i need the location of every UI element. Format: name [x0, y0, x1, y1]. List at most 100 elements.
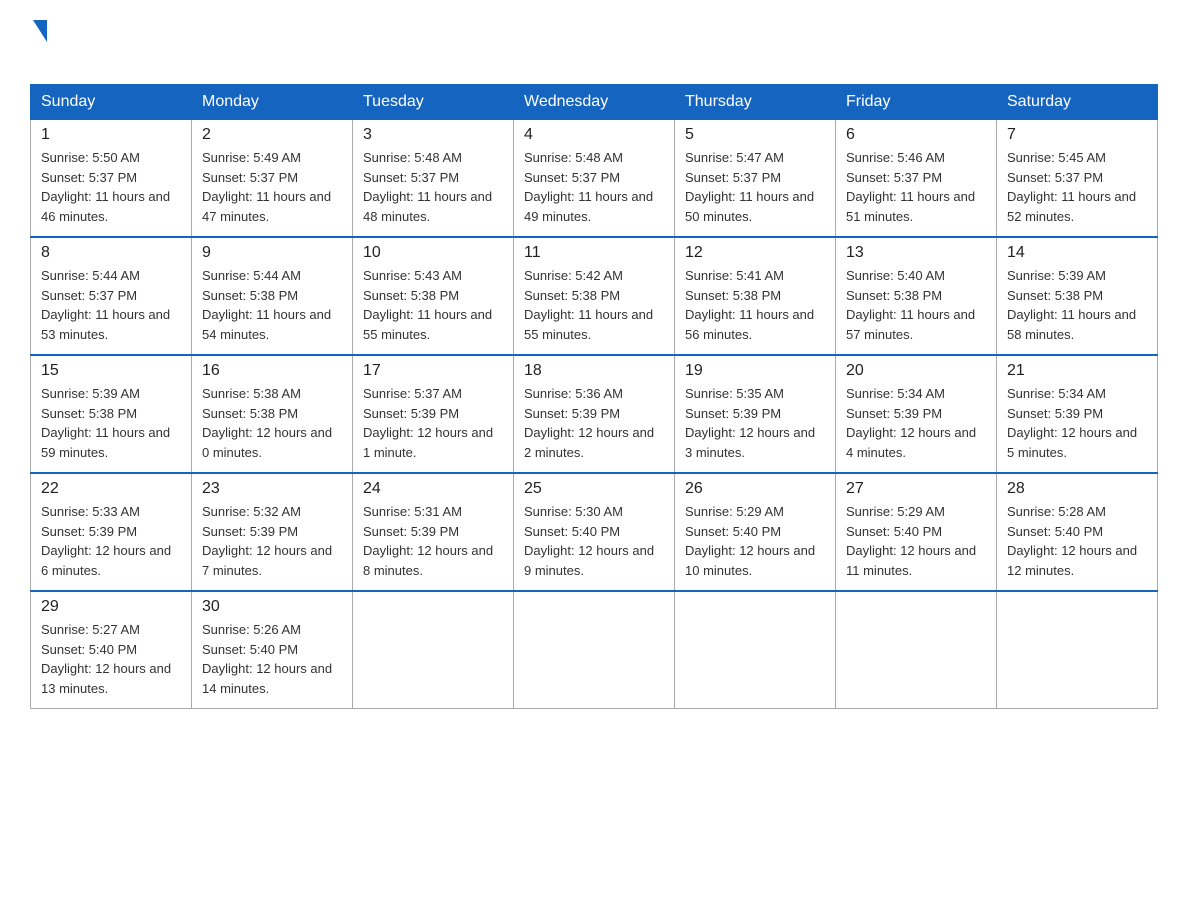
- day-info: Sunrise: 5:47 AMSunset: 5:37 PMDaylight:…: [685, 148, 825, 226]
- calendar-day-cell: 19 Sunrise: 5:35 AMSunset: 5:39 PMDayligh…: [675, 355, 836, 473]
- weekday-header-saturday: Saturday: [997, 85, 1158, 120]
- day-info: Sunrise: 5:38 AMSunset: 5:38 PMDaylight:…: [202, 384, 342, 462]
- day-info: Sunrise: 5:29 AMSunset: 5:40 PMDaylight:…: [846, 502, 986, 580]
- day-info: Sunrise: 5:45 AMSunset: 5:37 PMDaylight:…: [1007, 148, 1147, 226]
- day-number: 24: [363, 480, 503, 498]
- day-number: 3: [363, 126, 503, 144]
- day-number: 29: [41, 598, 181, 616]
- calendar-day-cell: 14 Sunrise: 5:39 AMSunset: 5:38 PMDayligh…: [997, 237, 1158, 355]
- day-number: 4: [524, 126, 664, 144]
- calendar-day-cell: [353, 591, 514, 709]
- calendar-day-cell: 4 Sunrise: 5:48 AMSunset: 5:37 PMDaylight…: [514, 120, 675, 238]
- weekday-header-tuesday: Tuesday: [353, 85, 514, 120]
- calendar-day-cell: 2 Sunrise: 5:49 AMSunset: 5:37 PMDaylight…: [192, 120, 353, 238]
- day-number: 17: [363, 362, 503, 380]
- calendar-day-cell: 7 Sunrise: 5:45 AMSunset: 5:37 PMDaylight…: [997, 120, 1158, 238]
- day-number: 20: [846, 362, 986, 380]
- calendar-day-cell: 30 Sunrise: 5:26 AMSunset: 5:40 PMDayligh…: [192, 591, 353, 709]
- weekday-header-monday: Monday: [192, 85, 353, 120]
- calendar-day-cell: 28Sunrise: 5:28 AMSunset: 5:40 PMDayligh…: [997, 473, 1158, 591]
- day-info: Sunrise: 5:42 AMSunset: 5:38 PMDaylight:…: [524, 266, 664, 344]
- day-info: Sunrise: 5:34 AMSunset: 5:39 PMDaylight:…: [846, 384, 986, 462]
- day-info: Sunrise: 5:39 AMSunset: 5:38 PMDaylight:…: [1007, 266, 1147, 344]
- calendar-day-cell: 27 Sunrise: 5:29 AMSunset: 5:40 PMDayligh…: [836, 473, 997, 591]
- calendar-day-cell: 17Sunrise: 5:37 AMSunset: 5:39 PMDayligh…: [353, 355, 514, 473]
- calendar-week-row: 29 Sunrise: 5:27 AMSunset: 5:40 PMDayligh…: [31, 591, 1158, 709]
- calendar-day-cell: 22Sunrise: 5:33 AMSunset: 5:39 PMDayligh…: [31, 473, 192, 591]
- calendar-day-cell: [514, 591, 675, 709]
- day-info: Sunrise: 5:29 AMSunset: 5:40 PMDaylight:…: [685, 502, 825, 580]
- day-number: 16: [202, 362, 342, 380]
- logo: [30, 20, 47, 74]
- calendar-day-cell: 3 Sunrise: 5:48 AMSunset: 5:37 PMDaylight…: [353, 120, 514, 238]
- day-info: Sunrise: 5:43 AMSunset: 5:38 PMDaylight:…: [363, 266, 503, 344]
- weekday-header-friday: Friday: [836, 85, 997, 120]
- weekday-header-wednesday: Wednesday: [514, 85, 675, 120]
- day-info: Sunrise: 5:34 AMSunset: 5:39 PMDaylight:…: [1007, 384, 1147, 462]
- calendar-day-cell: 18 Sunrise: 5:36 AMSunset: 5:39 PMDayligh…: [514, 355, 675, 473]
- calendar-day-cell: 24 Sunrise: 5:31 AMSunset: 5:39 PMDayligh…: [353, 473, 514, 591]
- day-info: Sunrise: 5:48 AMSunset: 5:37 PMDaylight:…: [524, 148, 664, 226]
- calendar-day-cell: 10Sunrise: 5:43 AMSunset: 5:38 PMDayligh…: [353, 237, 514, 355]
- calendar-day-cell: 6 Sunrise: 5:46 AMSunset: 5:37 PMDaylight…: [836, 120, 997, 238]
- day-info: Sunrise: 5:44 AMSunset: 5:37 PMDaylight:…: [41, 266, 181, 344]
- calendar-day-cell: 26 Sunrise: 5:29 AMSunset: 5:40 PMDayligh…: [675, 473, 836, 591]
- day-number: 19: [685, 362, 825, 380]
- calendar-day-cell: 15 Sunrise: 5:39 AMSunset: 5:38 PMDayligh…: [31, 355, 192, 473]
- day-number: 5: [685, 126, 825, 144]
- calendar-day-cell: 11 Sunrise: 5:42 AMSunset: 5:38 PMDayligh…: [514, 237, 675, 355]
- day-info: Sunrise: 5:48 AMSunset: 5:37 PMDaylight:…: [363, 148, 503, 226]
- day-number: 28: [1007, 480, 1147, 498]
- calendar-day-cell: 13Sunrise: 5:40 AMSunset: 5:38 PMDayligh…: [836, 237, 997, 355]
- calendar-day-cell: 1 Sunrise: 5:50 AMSunset: 5:37 PMDaylight…: [31, 120, 192, 238]
- day-info: Sunrise: 5:49 AMSunset: 5:37 PMDaylight:…: [202, 148, 342, 226]
- day-info: Sunrise: 5:31 AMSunset: 5:39 PMDaylight:…: [363, 502, 503, 580]
- calendar-day-cell: 25 Sunrise: 5:30 AMSunset: 5:40 PMDayligh…: [514, 473, 675, 591]
- day-number: 6: [846, 126, 986, 144]
- calendar-day-cell: 9 Sunrise: 5:44 AMSunset: 5:38 PMDaylight…: [192, 237, 353, 355]
- day-number: 1: [41, 126, 181, 144]
- day-info: Sunrise: 5:40 AMSunset: 5:38 PMDaylight:…: [846, 266, 986, 344]
- day-number: 11: [524, 244, 664, 262]
- day-number: 15: [41, 362, 181, 380]
- calendar-day-cell: 12 Sunrise: 5:41 AMSunset: 5:38 PMDayligh…: [675, 237, 836, 355]
- calendar-header-row: SundayMondayTuesdayWednesdayThursdayFrid…: [31, 85, 1158, 120]
- day-number: 9: [202, 244, 342, 262]
- calendar-day-cell: 29 Sunrise: 5:27 AMSunset: 5:40 PMDayligh…: [31, 591, 192, 709]
- day-info: Sunrise: 5:50 AMSunset: 5:37 PMDaylight:…: [41, 148, 181, 226]
- calendar-day-cell: [836, 591, 997, 709]
- calendar-day-cell: 8 Sunrise: 5:44 AMSunset: 5:37 PMDaylight…: [31, 237, 192, 355]
- day-number: 23: [202, 480, 342, 498]
- day-info: Sunrise: 5:33 AMSunset: 5:39 PMDaylight:…: [41, 502, 181, 580]
- day-number: 25: [524, 480, 664, 498]
- day-info: Sunrise: 5:46 AMSunset: 5:37 PMDaylight:…: [846, 148, 986, 226]
- calendar-week-row: 8 Sunrise: 5:44 AMSunset: 5:37 PMDaylight…: [31, 237, 1158, 355]
- day-info: Sunrise: 5:44 AMSunset: 5:38 PMDaylight:…: [202, 266, 342, 344]
- weekday-header-thursday: Thursday: [675, 85, 836, 120]
- day-number: 2: [202, 126, 342, 144]
- day-info: Sunrise: 5:27 AMSunset: 5:40 PMDaylight:…: [41, 620, 181, 698]
- calendar-day-cell: 5 Sunrise: 5:47 AMSunset: 5:37 PMDaylight…: [675, 120, 836, 238]
- calendar-day-cell: [675, 591, 836, 709]
- day-number: 8: [41, 244, 181, 262]
- day-info: Sunrise: 5:36 AMSunset: 5:39 PMDaylight:…: [524, 384, 664, 462]
- day-number: 30: [202, 598, 342, 616]
- day-number: 12: [685, 244, 825, 262]
- day-number: 21: [1007, 362, 1147, 380]
- day-number: 14: [1007, 244, 1147, 262]
- day-number: 7: [1007, 126, 1147, 144]
- day-number: 26: [685, 480, 825, 498]
- calendar-day-cell: 21 Sunrise: 5:34 AMSunset: 5:39 PMDayligh…: [997, 355, 1158, 473]
- calendar-week-row: 1 Sunrise: 5:50 AMSunset: 5:37 PMDaylight…: [31, 120, 1158, 238]
- day-number: 18: [524, 362, 664, 380]
- day-info: Sunrise: 5:26 AMSunset: 5:40 PMDaylight:…: [202, 620, 342, 698]
- day-info: Sunrise: 5:30 AMSunset: 5:40 PMDaylight:…: [524, 502, 664, 580]
- day-number: 27: [846, 480, 986, 498]
- day-info: Sunrise: 5:32 AMSunset: 5:39 PMDaylight:…: [202, 502, 342, 580]
- calendar-week-row: 22Sunrise: 5:33 AMSunset: 5:39 PMDayligh…: [31, 473, 1158, 591]
- calendar-day-cell: 23 Sunrise: 5:32 AMSunset: 5:39 PMDayligh…: [192, 473, 353, 591]
- weekday-header-sunday: Sunday: [31, 85, 192, 120]
- day-info: Sunrise: 5:39 AMSunset: 5:38 PMDaylight:…: [41, 384, 181, 462]
- day-info: Sunrise: 5:41 AMSunset: 5:38 PMDaylight:…: [685, 266, 825, 344]
- day-info: Sunrise: 5:35 AMSunset: 5:39 PMDaylight:…: [685, 384, 825, 462]
